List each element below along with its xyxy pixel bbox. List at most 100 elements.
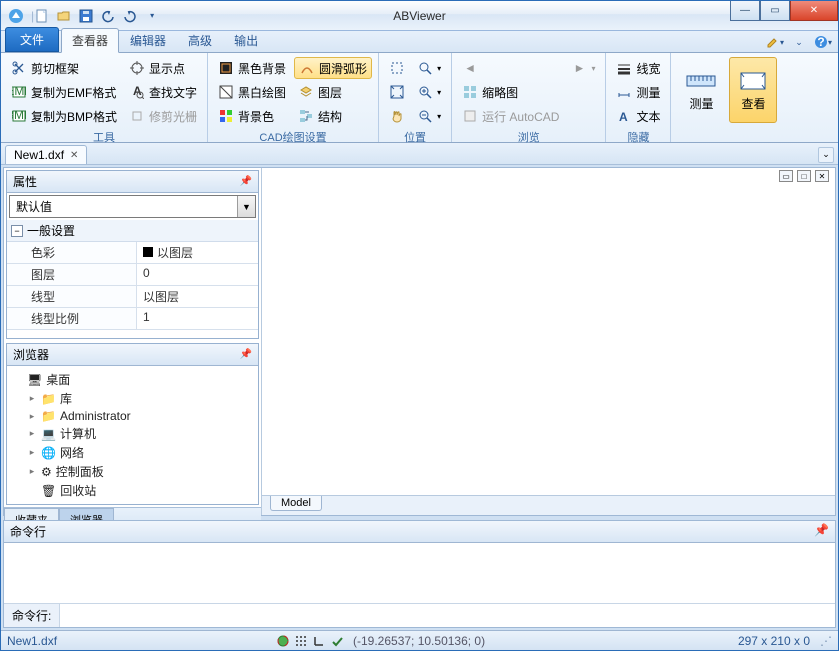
nav-back-button: ◄ [458,57,563,79]
ribbon-tab-output[interactable]: 输出 [223,28,269,52]
close-button[interactable]: ✕ [790,1,838,21]
qat-save-icon[interactable] [78,8,94,24]
drawing-canvas[interactable] [262,168,835,495]
layers-button[interactable]: 图层 [294,81,372,103]
tree-computer[interactable]: ▸💻计算机 [13,424,252,443]
zoom-extents-icon [389,84,405,100]
maximize-button[interactable]: ▭ [760,1,790,21]
run-autocad-button: 运行 AutoCAD [458,105,563,127]
big-measure-button[interactable]: 测量 [677,57,725,123]
copy-emf-button[interactable]: EMF复制为EMF格式 [7,81,121,103]
zoom-window-button[interactable] [385,57,409,79]
window-controls: — ▭ ✕ [730,1,838,21]
big-view-button[interactable]: 查看 [729,57,777,123]
props-category-general[interactable]: −一般设置 [7,220,258,242]
magnifier-icon [417,60,433,76]
left-column: 属性📌 默认值 ▼ −一般设置 色彩以图层 图层0 线型以图层 线型比例1 浏览… [4,168,262,515]
zoom-in-icon [417,84,433,100]
status-ortho-icon[interactable] [313,635,325,647]
text-button[interactable]: A文本 [612,105,664,127]
app-window: | ▾ ABViewer — ▭ ✕ 文件 查看器 编辑器 高级 输出 ▾ ⌄ … [0,0,839,651]
zoom-window-icon [389,60,405,76]
qat-more-icon[interactable]: ▾ [144,8,160,24]
zoom-out-button[interactable]: ▾ [413,105,445,127]
bw-draw-label: 黑白绘图 [238,84,286,101]
show-points-label: 显示点 [149,60,185,77]
props-select[interactable]: 默认值 ▼ [9,195,256,218]
find-text-button[interactable]: A查找文字 [125,81,201,103]
tree-desktop[interactable]: 🖥桌面 [13,370,252,389]
palette-icon [218,108,234,124]
model-tab[interactable]: Model [270,496,322,511]
linewidth-icon [616,60,632,76]
qat-new-icon[interactable] [34,8,50,24]
document-tabstrip: New1.dxf ✕ ⌄ [1,143,838,165]
ribbon-tab-file[interactable]: 文件 [5,27,59,52]
tree-network[interactable]: ▸🌐网络 [13,443,252,462]
smooth-arc-button[interactable]: 圆滑弧形 [294,57,372,79]
tabs-overflow-button[interactable]: ⌄ [818,147,834,163]
thumbnail-label: 缩略图 [482,84,518,101]
qat-open-icon[interactable] [56,8,72,24]
collapse-icon[interactable]: − [11,225,23,237]
ribbon-tab-advanced[interactable]: 高级 [177,28,223,52]
document-area: New1.dxf ✕ ⌄ 属性📌 默认值 ▼ −一般设置 色彩以图层 图层0 [1,143,838,630]
prop-lscale-val[interactable]: 1 [137,308,258,329]
status-check-icon[interactable] [331,635,343,647]
status-resize-grip[interactable]: ⋰ [820,634,832,648]
prop-ltype-val[interactable]: 以图层 [137,286,258,307]
prop-color-val[interactable]: 以图层 [137,242,258,263]
zoom-in-button[interactable]: ▾ [413,81,445,103]
ribbon-tab-editor[interactable]: 编辑器 [119,28,177,52]
canvas-min-button[interactable]: ▭ [779,170,793,182]
canvas-close-button[interactable]: ✕ [815,170,829,182]
canvas-max-button[interactable]: □ [797,170,811,182]
clip-frame-button[interactable]: 剪切框架 [7,57,121,79]
tree-lib[interactable]: ▸📁库 [13,389,252,408]
props-general-label: 一般设置 [27,222,75,239]
bg-color-label: 背景色 [238,108,274,125]
folder-icon: 📁 [41,392,56,406]
prop-lscale-key: 线型比例 [7,308,137,329]
help-icon[interactable]: ?▾ [814,33,832,51]
bw-icon [218,84,234,100]
tree-control[interactable]: ▸⚙控制面板 [13,462,252,481]
bg-color-button[interactable]: 背景色 [214,105,290,127]
pin-icon[interactable]: 📌 [240,349,252,360]
chevron-down-icon[interactable]: ▼ [237,196,255,217]
command-log [4,543,835,603]
browser-title: 浏览器 [13,346,49,363]
zoom-extents-button[interactable] [385,81,409,103]
bw-draw-button[interactable]: 黑白绘图 [214,81,290,103]
pin-icon[interactable]: 📌 [240,176,252,187]
pin-icon[interactable]: 📌 [814,523,829,540]
ribbon-tab-viewer[interactable]: 查看器 [61,28,119,53]
structure-button[interactable]: 结构 [294,105,372,127]
status-grid-icon[interactable] [295,635,307,647]
prop-layer-val[interactable]: 0 [137,264,258,285]
linewidth-button[interactable]: 线宽 [612,57,664,79]
copy-bmp-button[interactable]: BMP复制为BMP格式 [7,105,121,127]
pan-button[interactable] [385,105,409,127]
command-input[interactable] [60,604,835,627]
structure-label: 结构 [318,108,342,125]
black-bg-button[interactable]: 黑色背景 [214,57,290,79]
show-points-button[interactable]: 显示点 [125,57,201,79]
minimize-button[interactable]: — [730,1,760,21]
qat-redo-icon[interactable] [122,8,138,24]
find-text-label: 查找文字 [149,84,197,101]
thumbnail-button[interactable]: 缩略图 [458,81,563,103]
ruler-icon [685,69,717,93]
document-tab[interactable]: New1.dxf ✕ [5,145,87,164]
tree-admin[interactable]: ▸📁Administrator [13,408,252,424]
arrow-left-icon: ◄ [462,60,478,76]
edit-dropdown-icon[interactable]: ▾ [766,33,784,51]
tree-recycle[interactable]: 🗑回收站 [13,481,252,500]
measure-button[interactable]: 测量 [612,81,664,103]
expand-ribbon-icon[interactable]: ⌄ [790,33,808,51]
status-globe-icon[interactable] [277,635,289,647]
qat-undo-icon[interactable] [100,8,116,24]
zoom-button[interactable]: ▾ [413,57,445,79]
close-tab-icon[interactable]: ✕ [70,150,78,161]
ribbon: 剪切框架 EMF复制为EMF格式 BMP复制为BMP格式 显示点 A查找文字 修… [1,53,838,143]
